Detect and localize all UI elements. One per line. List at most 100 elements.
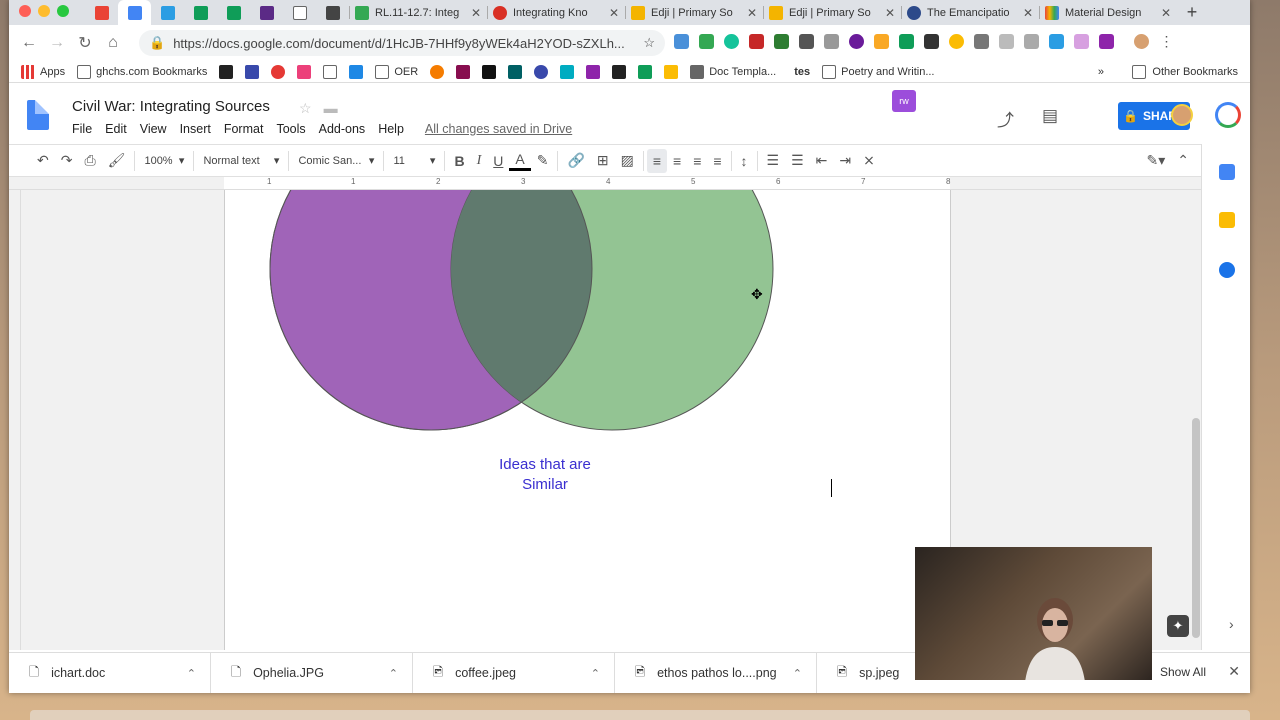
close-tab-icon[interactable]: ✕ [1023,6,1033,20]
menu-help[interactable]: Help [378,122,404,136]
chevron-up-icon[interactable]: ⌃ [793,667,802,680]
bookmark-icon[interactable] [482,64,497,79]
extension-icon[interactable] [774,34,789,49]
tab-material[interactable]: Material Design ✕ [1039,0,1177,25]
collapse-menu-icon[interactable]: ⌃ [1171,145,1195,176]
bookmark-icon[interactable] [638,64,653,79]
menu-file[interactable]: File [72,122,92,136]
bookmark-icon[interactable] [219,64,234,79]
profile-icon[interactable] [1134,34,1149,49]
close-tab-icon[interactable]: ✕ [885,6,895,20]
close-tab-icon[interactable]: ✕ [471,6,481,20]
home-icon[interactable]: ⌂ [99,34,127,52]
extension-icon[interactable] [824,34,839,49]
star-icon[interactable]: ☆ [299,100,312,117]
dock[interactable] [30,710,1250,720]
bookmark-icon[interactable] [271,64,286,79]
reload-icon[interactable]: ↻ [71,33,99,53]
close-tab-icon[interactable]: ✕ [609,6,619,20]
minimize-window-button[interactable] [38,5,50,17]
document-page[interactable]: Ideas that are Similar ✥ [224,190,951,650]
print-icon[interactable]: ⎙ [78,145,101,176]
font-select[interactable]: Comic San... ▾ [292,145,380,176]
calendar-icon[interactable] [1219,164,1235,180]
redo-icon[interactable]: ↷ [55,145,79,176]
download-item[interactable]: 🖻 ethos pathos lo....png ⌃ [615,653,817,693]
bookmark-icon[interactable] [586,64,601,79]
extension-icon[interactable] [1074,34,1089,49]
line-spacing-icon[interactable]: ↕ [735,145,754,176]
chevron-up-icon[interactable]: ⌃ [187,667,196,680]
chrome-icon[interactable] [949,34,964,49]
close-downloads-icon[interactable]: ✕ [1228,663,1240,680]
italic-icon[interactable]: I [471,145,488,176]
align-right-icon[interactable]: ≡ [687,145,707,176]
menu-edit[interactable]: Edit [105,122,127,136]
bookmark-icon[interactable] [534,64,549,79]
underline-icon[interactable]: U [487,145,509,176]
tab-edji-1[interactable]: Edji | Primary So ✕ [625,0,763,25]
drive-icon[interactable] [899,34,914,49]
rw-extension-icon[interactable]: rw [892,90,916,112]
zoom-select[interactable]: 100% ▾ [138,145,190,176]
pinned-tab-sheets[interactable] [184,0,217,25]
keep-icon[interactable] [1219,212,1235,228]
menu-icon[interactable]: ⋮ [1159,34,1174,49]
extension-icon[interactable] [674,34,689,49]
extension-icon[interactable] [874,34,889,49]
align-left-icon[interactable]: ≡ [646,148,668,173]
bookmarks-overflow[interactable]: » [1098,66,1104,78]
bookmark-icon[interactable] [664,64,679,79]
back-icon[interactable]: ← [15,34,43,52]
paint-format-icon[interactable]: 🖌 [102,145,132,176]
menu-view[interactable]: View [140,122,167,136]
bookmark-icon[interactable] [456,64,471,79]
increase-indent-icon[interactable]: ⇥ [833,145,857,176]
bookmark-icon[interactable] [430,64,445,79]
tab-edji-2[interactable]: Edji | Primary So ✕ [763,0,901,25]
extension-icon[interactable] [749,34,764,49]
explore-button[interactable]: ✦ [1167,615,1189,637]
save-status[interactable]: All changes saved in Drive [425,122,572,136]
bulleted-list-icon[interactable]: ☰ [785,145,810,176]
horizontal-ruler[interactable]: 1 1 2 3 4 5 6 7 8 [9,177,1201,190]
link-icon[interactable]: 🔗 [561,145,590,176]
menu-tools[interactable]: Tools [276,122,305,136]
pinned-tab-gmail[interactable] [85,0,118,25]
chevron-up-icon[interactable]: ⌃ [591,667,600,680]
puzzle-icon[interactable] [1099,34,1114,49]
extension-icon[interactable] [974,34,989,49]
new-tab-button[interactable]: + [1177,0,1207,25]
google-account-icon[interactable] [1215,102,1241,128]
decrease-indent-icon[interactable]: ⇤ [810,145,834,176]
text-color-icon[interactable]: A [509,151,531,171]
numbered-list-icon[interactable]: ☰ [761,145,786,176]
download-item[interactable]: 🗋 Ophelia.JPG ⌃ [211,653,413,693]
extension-icon[interactable] [799,34,814,49]
show-all-downloads-button[interactable]: Show All [1160,665,1206,679]
venn-diagram[interactable] [225,190,952,450]
activity-icon[interactable]: ⤴ [997,106,1014,131]
comments-icon[interactable]: ▤ [1042,106,1058,126]
user-avatar[interactable] [1171,104,1193,126]
bookmark-oer[interactable]: OER [375,64,418,79]
style-select[interactable]: Normal text ▾ [197,145,285,176]
editing-mode-icon[interactable]: ✎▾ [1141,145,1172,176]
extension-icon[interactable] [849,34,864,49]
expand-panel-icon[interactable]: › [1229,616,1234,632]
insert-image-icon[interactable]: ▨ [615,145,640,176]
close-tab-icon[interactable]: ✕ [1161,6,1171,20]
bookmark-icon[interactable] [297,64,312,79]
pinned-tab-sheets-2[interactable] [217,0,250,25]
vertical-scrollbar[interactable] [1192,418,1200,638]
extension-icon[interactable] [1024,34,1039,49]
close-tab-icon[interactable]: ✕ [747,6,757,20]
bookmark-icon[interactable] [560,64,575,79]
tasks-icon[interactable] [1219,262,1235,278]
folder-icon[interactable]: ▬ [324,100,338,117]
other-bookmarks[interactable]: Other Bookmarks [1132,64,1238,79]
download-item[interactable]: 🖻 coffee.jpeg ⌃ [413,653,615,693]
bold-icon[interactable]: B [448,145,470,176]
tab-emancipation[interactable]: The Emancipatio ✕ [901,0,1039,25]
grammarly-icon[interactable] [724,34,739,49]
